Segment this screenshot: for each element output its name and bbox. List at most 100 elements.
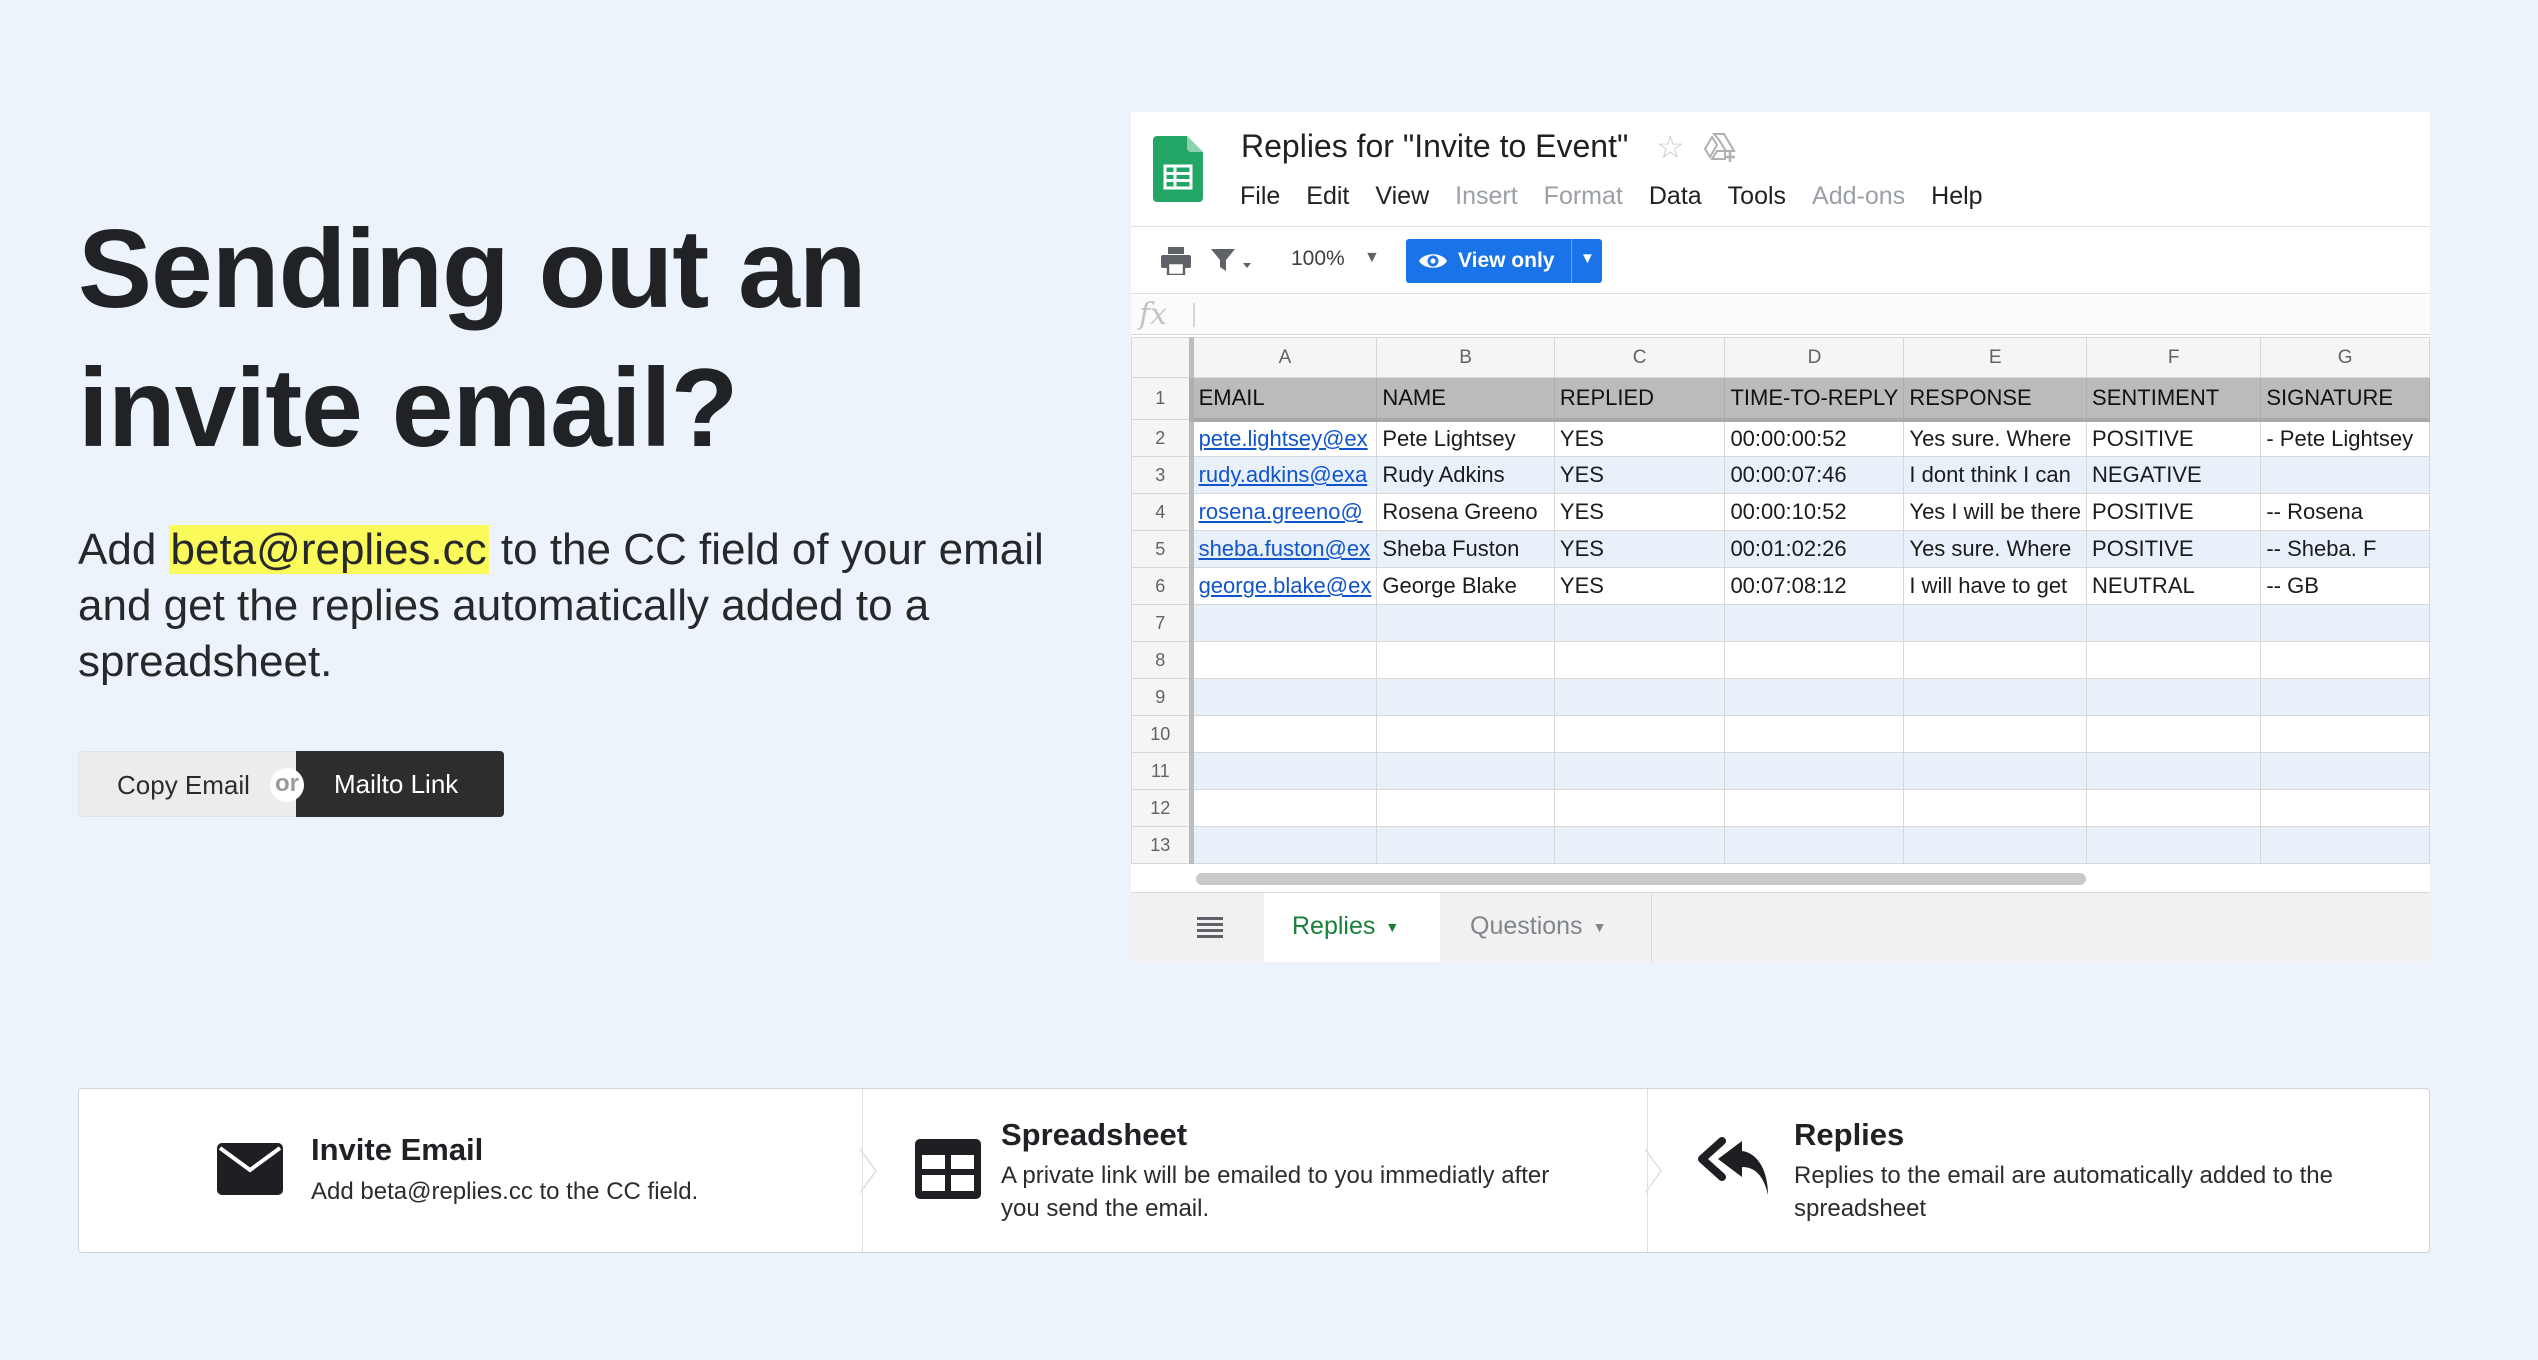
empty-cell[interactable] [1553,826,1726,864]
row-number[interactable]: 4 [1131,493,1192,531]
empty-cell[interactable] [1376,715,1555,753]
empty-cell[interactable] [1188,604,1378,642]
copy-email-button[interactable]: Copy Email [78,751,298,817]
row-number[interactable]: 8 [1131,641,1192,679]
mailto-link-button[interactable]: Mailto Link [296,751,504,817]
empty-cell[interactable] [2260,641,2430,679]
empty-cell[interactable] [2260,826,2430,864]
table-cell[interactable]: 00:00:07:46 [1724,456,1905,494]
email-cell[interactable]: rudy.adkins@exa [1188,456,1378,494]
table-cell[interactable]: POSITIVE [2086,419,2262,457]
table-cell[interactable]: YES [1553,530,1726,568]
horizontal-scrollbar[interactable] [1196,873,2086,885]
empty-cell[interactable] [2260,678,2430,716]
empty-cell[interactable] [2086,715,2262,753]
filter-icon[interactable] [1211,247,1255,275]
column-header[interactable]: D [1724,337,1905,378]
table-cell[interactable]: - Pete Lightsey [2260,419,2430,457]
table-cell[interactable]: 00:00:10:52 [1724,493,1905,531]
empty-cell[interactable] [2086,826,2262,864]
table-cell[interactable]: Pete Lightsey [1376,419,1555,457]
empty-cell[interactable] [2260,752,2430,790]
empty-cell[interactable] [1903,715,2088,753]
empty-cell[interactable] [1376,752,1555,790]
empty-cell[interactable] [2086,604,2262,642]
empty-cell[interactable] [1188,789,1378,827]
row-number[interactable]: 11 [1131,752,1192,790]
column-header[interactable]: G [2260,337,2430,378]
empty-cell[interactable] [2086,789,2262,827]
empty-cell[interactable] [1724,789,1905,827]
table-cell[interactable] [2260,456,2430,494]
empty-cell[interactable] [1724,715,1905,753]
row-number[interactable]: 13 [1131,826,1192,864]
menu-data[interactable]: Data [1649,182,1702,211]
empty-cell[interactable] [1553,678,1726,716]
empty-cell[interactable] [1903,641,2088,679]
empty-cell[interactable] [1553,715,1726,753]
email-cell[interactable]: sheba.fuston@ex [1188,530,1378,568]
table-cell[interactable]: 00:00:00:52 [1724,419,1905,457]
empty-cell[interactable] [1188,752,1378,790]
empty-cell[interactable] [1188,826,1378,864]
empty-cell[interactable] [1724,641,1905,679]
tab-dropdown-icon[interactable]: ▼ [1593,919,1607,935]
menu-view[interactable]: View [1375,182,1429,211]
empty-cell[interactable] [1724,826,1905,864]
column-header[interactable]: F [2086,337,2262,378]
empty-cell[interactable] [1376,789,1555,827]
empty-cell[interactable] [2086,678,2262,716]
table-cell[interactable]: Yes sure. Where [1903,530,2088,568]
table-cell[interactable]: -- Rosena [2260,493,2430,531]
table-cell[interactable]: YES [1553,567,1726,605]
column-header[interactable]: B [1376,337,1555,378]
table-cell[interactable]: Rosena Greeno [1376,493,1555,531]
menu-help[interactable]: Help [1931,182,1982,211]
header-cell[interactable]: TIME-TO-REPLY [1724,377,1905,422]
table-cell[interactable]: YES [1553,419,1726,457]
row-number[interactable]: 7 [1131,604,1192,642]
header-cell[interactable]: NAME [1376,377,1555,422]
table-cell[interactable]: I will have to get [1903,567,2088,605]
table-cell[interactable]: POSITIVE [2086,493,2262,531]
empty-cell[interactable] [1903,789,2088,827]
formula-bar[interactable]: fx [1131,295,2430,335]
view-only-button[interactable]: View only ▼ [1406,239,1602,283]
email-cell[interactable]: rosena.greeno@ [1188,493,1378,531]
empty-cell[interactable] [2086,752,2262,790]
table-cell[interactable]: George Blake [1376,567,1555,605]
column-header[interactable]: A [1190,337,1378,378]
view-only-dropdown-icon[interactable]: ▼ [1580,250,1595,267]
table-cell[interactable]: NEGATIVE [2086,456,2262,494]
table-cell[interactable]: NEUTRAL [2086,567,2262,605]
row-number[interactable]: 6 [1131,567,1192,605]
empty-cell[interactable] [1553,604,1726,642]
drive-add-icon[interactable] [1703,132,1737,162]
all-sheets-icon[interactable] [1197,915,1223,939]
menu-edit[interactable]: Edit [1306,182,1349,211]
header-cell[interactable]: SENTIMENT [2086,377,2262,422]
table-cell[interactable]: -- GB [2260,567,2430,605]
print-icon[interactable] [1161,247,1191,275]
empty-cell[interactable] [1553,752,1726,790]
header-cell[interactable]: RESPONSE [1903,377,2088,422]
row-number[interactable]: 9 [1131,678,1192,716]
menu-file[interactable]: File [1240,182,1280,211]
empty-cell[interactable] [1903,604,2088,642]
table-cell[interactable]: Rudy Adkins [1376,456,1555,494]
menu-tools[interactable]: Tools [1728,182,1786,211]
header-cell[interactable]: SIGNATURE [2260,377,2430,422]
empty-cell[interactable] [2260,604,2430,642]
tab-dropdown-icon[interactable]: ▼ [1385,919,1399,935]
menu-addons[interactable]: Add-ons [1812,182,1905,211]
table-cell[interactable]: Yes I will be there [1903,493,2088,531]
empty-cell[interactable] [1903,752,2088,790]
row-number[interactable]: 12 [1131,789,1192,827]
tab-questions[interactable]: Questions ▼ [1442,893,1652,962]
empty-cell[interactable] [1903,678,2088,716]
zoom-level[interactable]: 100% [1291,247,1345,271]
row-number[interactable]: 3 [1131,456,1192,494]
row-number[interactable]: 5 [1131,530,1192,568]
empty-cell[interactable] [1188,715,1378,753]
header-cell[interactable]: EMAIL [1188,377,1378,422]
